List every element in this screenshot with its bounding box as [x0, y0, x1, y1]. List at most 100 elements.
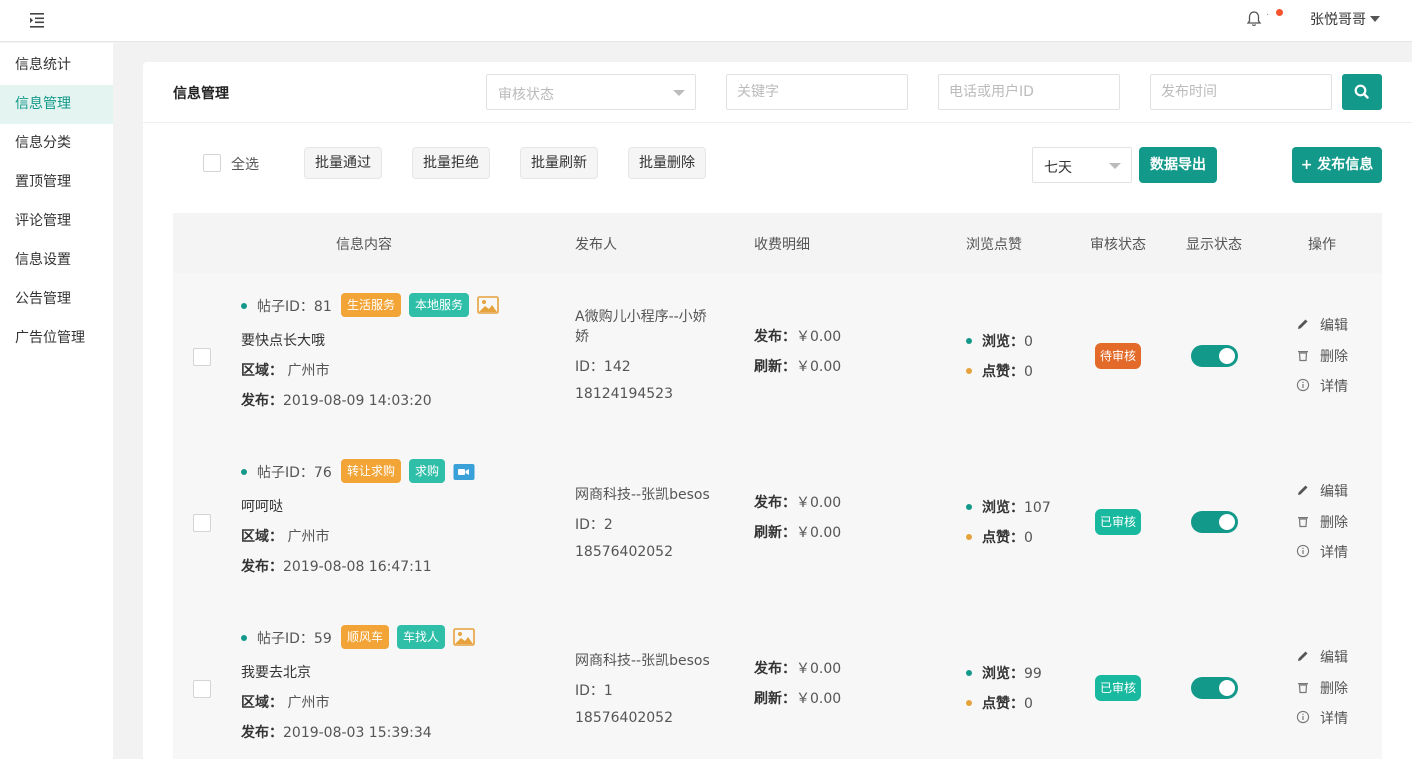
info-icon — [1296, 544, 1310, 558]
menu-toggle-icon[interactable] — [28, 11, 46, 29]
sidebar-item-info-settings[interactable]: 信息设置 — [0, 241, 113, 280]
sidebar: 信息统计 信息管理 信息分类 置顶管理 评论管理 信息设置 公告管理 广告位管理 — [0, 43, 113, 759]
sidebar-item-info-manage[interactable]: 信息管理 — [0, 85, 113, 124]
select-all-label: 全选 — [231, 157, 259, 173]
sidebar-item-notice-manage[interactable]: 公告管理 — [0, 280, 113, 319]
publisher-id: ID：1 — [575, 683, 613, 699]
table-header: 信息内容 发布人 收费明细 浏览点赞 审核状态 显示状态 操作 — [173, 213, 1382, 273]
edit-button[interactable]: 编辑 — [1296, 481, 1348, 501]
pencil-icon — [1298, 485, 1308, 495]
header-review-status: 审核状态 — [1090, 237, 1146, 253]
batch-reject-button[interactable]: 批量拒绝 — [412, 147, 490, 179]
info-icon — [1296, 710, 1310, 724]
delete-button[interactable]: 删除 — [1296, 512, 1348, 532]
detail-button[interactable]: 详情 — [1296, 708, 1348, 728]
batch-approve-button[interactable]: 批量通过 — [304, 147, 382, 179]
sidebar-item-info-category[interactable]: 信息分类 — [0, 124, 113, 163]
batch-refresh-button[interactable]: 批量刷新 — [520, 147, 598, 179]
user-name: 张悦哥哥 — [1310, 12, 1366, 28]
period-select[interactable]: 七天 — [1032, 147, 1132, 183]
detail-button[interactable]: 详情 — [1296, 542, 1348, 562]
table-row: 帖子ID：59 顺风车 车找人 我要去北京 区域： 广州市 发布：2019-08… — [173, 605, 1382, 759]
batch-delete-button[interactable]: 批量删除 — [628, 147, 706, 179]
sidebar-item-ad-manage[interactable]: 广告位管理 — [0, 319, 113, 358]
image-icon — [453, 628, 475, 646]
delete-button[interactable]: 删除 — [1296, 678, 1348, 698]
views-count: 浏览：99 — [966, 663, 1042, 683]
header-fees: 收费明细 — [754, 237, 810, 253]
row-checkbox[interactable] — [193, 680, 211, 698]
publisher-phone: 18124194523 — [575, 386, 673, 402]
status-badge: 已审核 — [1095, 509, 1142, 535]
fee-refresh: 刷新：￥0.00 — [754, 525, 842, 541]
fee-publish: 发布：￥0.00 — [754, 661, 842, 677]
row-checkbox[interactable] — [193, 514, 211, 532]
sidebar-item-pin-manage[interactable]: 置顶管理 — [0, 163, 113, 202]
fee-refresh: 刷新：￥0.00 — [754, 691, 842, 707]
post-region: 区域： 广州市 — [241, 529, 330, 545]
publish-time-input[interactable] — [1150, 74, 1332, 110]
publisher-id: ID：2 — [575, 517, 613, 533]
keyword-input[interactable] — [726, 74, 908, 110]
bell-icon[interactable] — [1244, 9, 1264, 29]
post-id: 帖子ID：81 — [241, 296, 332, 316]
filter-bar: 信息管理 审核状态 — [143, 62, 1412, 123]
edit-button[interactable]: 编辑 — [1296, 647, 1348, 667]
table-row: 帖子ID：81 生活服务 本地服务 要快点长大哦 区域： 广州市 发布：2019… — [173, 273, 1382, 439]
post-id: 帖子ID：76 — [241, 462, 332, 482]
header-actions: 操作 — [1308, 237, 1336, 253]
display-toggle[interactable] — [1191, 345, 1238, 367]
header-content: 信息内容 — [336, 237, 392, 253]
video-icon — [453, 464, 475, 480]
chevron-down-icon — [673, 90, 685, 96]
edit-button[interactable]: 编辑 — [1296, 315, 1348, 335]
period-value: 七天 — [1044, 160, 1072, 176]
search-button[interactable] — [1342, 74, 1382, 110]
info-icon — [1296, 378, 1310, 392]
main-card: 信息管理 审核状态 全选 批量通过 批量拒绝 批量刷新 批量删除 七天 数据导出… — [143, 62, 1412, 759]
category-tag: 转让求购 — [341, 459, 402, 483]
caret-down-icon — [1370, 16, 1380, 22]
phone-or-user-id-input[interactable] — [938, 74, 1120, 110]
publisher-id: ID：142 — [575, 359, 631, 375]
pencil-icon — [1298, 651, 1308, 661]
row-checkbox[interactable] — [193, 348, 211, 366]
review-status-select[interactable]: 审核状态 — [486, 74, 696, 110]
review-status-placeholder: 审核状态 — [498, 87, 554, 103]
top-bar: · 张悦哥哥 — [0, 0, 1412, 42]
trash-icon — [1298, 351, 1308, 362]
post-region: 区域： 广州市 — [241, 363, 330, 379]
publisher-name-cont: 娇 — [575, 329, 589, 345]
detail-button[interactable]: 详情 — [1296, 376, 1348, 396]
likes-count: 点赞：0 — [966, 361, 1033, 381]
display-toggle[interactable] — [1191, 511, 1238, 533]
select-all-checkbox[interactable] — [203, 154, 221, 172]
notification-dot — [1276, 9, 1283, 16]
category-tag: 顺风车 — [341, 625, 390, 649]
user-menu[interactable]: 张悦哥哥 — [1310, 9, 1380, 29]
search-icon — [1354, 84, 1369, 99]
fee-publish: 发布：￥0.00 — [754, 329, 842, 345]
header-views-likes: 浏览点赞 — [966, 237, 1022, 253]
subcategory-tag: 车找人 — [397, 625, 446, 649]
display-toggle[interactable] — [1191, 677, 1238, 699]
chevron-down-icon — [1109, 163, 1121, 169]
bullet — [241, 469, 247, 475]
header-publisher: 发布人 — [575, 237, 617, 253]
publish-button[interactable]: + 发布信息 — [1292, 147, 1382, 183]
fee-refresh: 刷新：￥0.00 — [754, 359, 842, 375]
sidebar-item-info-stats[interactable]: 信息统计 — [0, 46, 113, 85]
post-title: 呵呵哒 — [241, 499, 283, 515]
delete-button[interactable]: 删除 — [1296, 346, 1348, 366]
post-publish-time: 发布：2019-08-08 16:47:11 — [241, 559, 432, 575]
publisher-name: 网商科技--张凯besos — [575, 487, 710, 503]
trash-icon — [1298, 517, 1308, 528]
header-display-status: 显示状态 — [1186, 237, 1242, 253]
likes-count: 点赞：0 — [966, 527, 1033, 547]
trash-icon — [1298, 683, 1308, 694]
fee-publish: 发布：￥0.00 — [754, 495, 842, 511]
sidebar-item-comment-manage[interactable]: 评论管理 — [0, 202, 113, 241]
publisher-phone: 18576402052 — [575, 544, 673, 560]
export-button[interactable]: 数据导出 — [1139, 147, 1217, 183]
status-badge: 待审核 — [1095, 343, 1142, 369]
